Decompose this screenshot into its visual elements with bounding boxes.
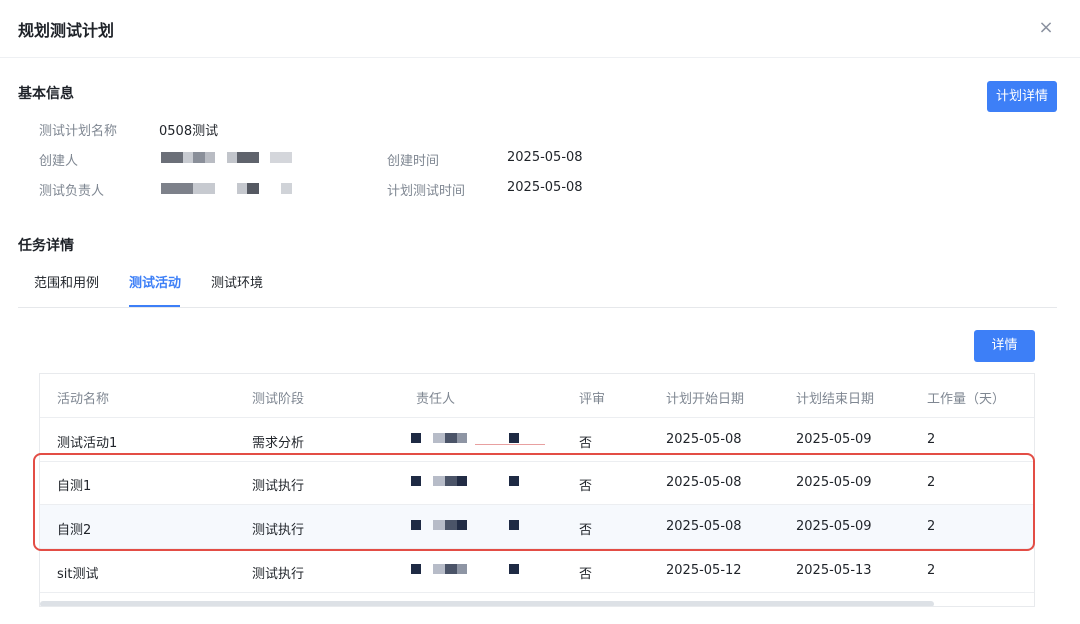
- activity-start: 2025-05-12: [666, 563, 742, 578]
- dialog-header: 规划测试计划 ×: [0, 0, 1080, 58]
- column-header: 评审: [579, 392, 606, 407]
- plan-name-label: 测试计划名称: [39, 124, 118, 139]
- activity-workload: 2: [927, 519, 936, 534]
- activity-workload: 2: [927, 475, 936, 490]
- table-row[interactable]: 自测2 测试执行 否 2025-05-08 2025-05-09 2: [40, 505, 1034, 549]
- owner-redacted: [411, 476, 551, 490]
- activity-start: 2025-05-08: [666, 432, 742, 447]
- column-header: 活动名称: [57, 392, 110, 407]
- table-header: 活动名称 测试阶段 责任人 评审 计划开始日期 计划结束日期 工作量（天）: [40, 374, 1034, 418]
- activity-end: 2025-05-09: [796, 519, 872, 534]
- horizontal-scrollbar[interactable]: [40, 601, 934, 606]
- column-header: 计划结束日期: [796, 392, 875, 407]
- tab-test-environment[interactable]: 测试环境: [211, 272, 263, 291]
- tab-scope-and-cases[interactable]: 范围和用例: [34, 272, 99, 291]
- activity-end: 2025-05-13: [796, 563, 872, 578]
- column-header: 责任人: [416, 392, 456, 407]
- task-tabs: 范围和用例 测试活动 测试环境: [18, 262, 1057, 308]
- column-header: 工作量（天）: [927, 392, 1006, 407]
- created-time-label: 创建时间: [387, 154, 440, 169]
- dialog-title: 规划测试计划: [18, 21, 115, 40]
- tab-test-activities[interactable]: 测试活动: [129, 272, 181, 291]
- activity-review: 否: [579, 479, 593, 494]
- activity-review: 否: [579, 436, 593, 451]
- close-icon[interactable]: ×: [1034, 16, 1058, 40]
- table-row[interactable]: sit测试 测试执行 否 2025-05-12 2025-05-13 2: [40, 549, 1034, 593]
- activity-workload: 2: [927, 563, 936, 578]
- column-header: 测试阶段: [252, 392, 305, 407]
- owner-redacted: [411, 564, 551, 578]
- activity-name: 测试活动1: [57, 436, 118, 451]
- plan-dialog: 规划测试计划 × 基本信息 计划详情 测试计划名称 0508测试 创建人 测试负…: [0, 0, 1080, 624]
- active-tab-indicator: [129, 305, 180, 307]
- activity-end: 2025-05-09: [796, 475, 872, 490]
- owner-label: 测试负责人: [39, 184, 105, 199]
- activity-review: 否: [579, 523, 593, 538]
- activity-review: 否: [579, 567, 593, 582]
- plan-test-time-label: 计划测试时间: [387, 184, 466, 199]
- owner-redacted: [411, 433, 551, 447]
- activity-stage: 测试执行: [252, 567, 305, 582]
- activities-table: 活动名称 测试阶段 责任人 评审 计划开始日期 计划结束日期 工作量（天） 测试…: [39, 373, 1035, 607]
- column-header: 计划开始日期: [666, 392, 745, 407]
- plan-test-time-value: 2025-05-08: [507, 180, 583, 195]
- table-row[interactable]: 自测1 测试执行 否 2025-05-08 2025-05-09 2: [40, 461, 1034, 505]
- activity-start: 2025-05-08: [666, 519, 742, 534]
- plan-detail-button[interactable]: 计划详情: [987, 81, 1057, 112]
- created-time-value: 2025-05-08: [507, 150, 583, 165]
- activity-start: 2025-05-08: [666, 475, 742, 490]
- detail-button[interactable]: 详情: [974, 330, 1035, 362]
- activity-name: sit测试: [57, 567, 99, 582]
- activity-stage: 测试执行: [252, 479, 305, 494]
- activity-stage: 测试执行: [252, 523, 305, 538]
- activity-name: 自测1: [57, 479, 92, 494]
- owner-redacted: [411, 520, 551, 534]
- table-row[interactable]: 测试活动1 需求分析 否 2025-05-08 2025-05-09 2: [40, 418, 1034, 462]
- activity-workload: 2: [927, 432, 936, 447]
- task-detail-title: 任务详情: [18, 238, 74, 254]
- activity-stage: 需求分析: [252, 436, 305, 451]
- creator-label: 创建人: [39, 154, 79, 169]
- plan-name-value: 0508测试: [159, 124, 219, 139]
- activity-end: 2025-05-09: [796, 432, 872, 447]
- basic-info-title: 基本信息: [18, 86, 74, 102]
- activity-name: 自测2: [57, 523, 92, 538]
